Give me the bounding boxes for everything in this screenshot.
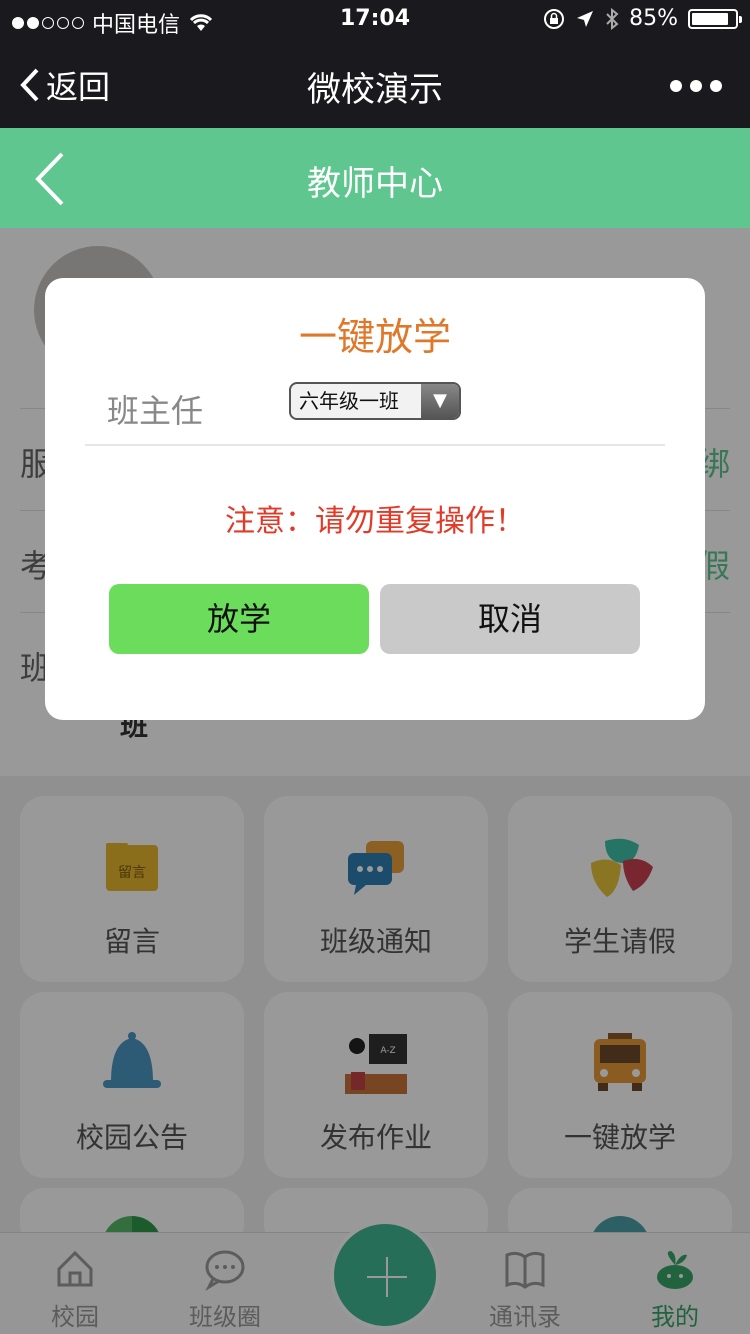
- cancel-button[interactable]: 取消: [380, 584, 640, 654]
- location-icon: [577, 10, 594, 27]
- more-button[interactable]: [670, 80, 722, 92]
- dismissal-dialog: 一键放学 班主任 六年级一班 ▼ 注意：请勿重复操作！ 放学 取消: [45, 278, 705, 720]
- class-select[interactable]: 六年级一班 ▼: [289, 382, 461, 420]
- battery-icon: [688, 8, 742, 29]
- dismiss-button[interactable]: 放学: [109, 584, 369, 654]
- nav-bar: 返回 微校演示: [0, 40, 750, 128]
- nav-title: 微校演示: [307, 70, 443, 110]
- warning-text: 注意：请勿重复操作！: [225, 504, 525, 539]
- divider: [85, 444, 665, 446]
- bluetooth-icon: [606, 7, 619, 30]
- class-select-value: 六年级一班: [299, 389, 399, 413]
- status-bar: 中国电信 17:04 85%: [0, 0, 750, 40]
- rotation-lock-icon: [544, 8, 565, 29]
- status-right: 85%: [543, 6, 742, 31]
- dropdown-arrow-icon: ▼: [421, 384, 459, 418]
- page-title: 教师中心: [307, 164, 443, 204]
- homeroom-label: 班主任: [107, 392, 204, 430]
- dialog-title: 一键放学: [298, 315, 451, 359]
- page-header: 教师中心: [0, 128, 750, 228]
- battery-percent: 85%: [629, 6, 678, 31]
